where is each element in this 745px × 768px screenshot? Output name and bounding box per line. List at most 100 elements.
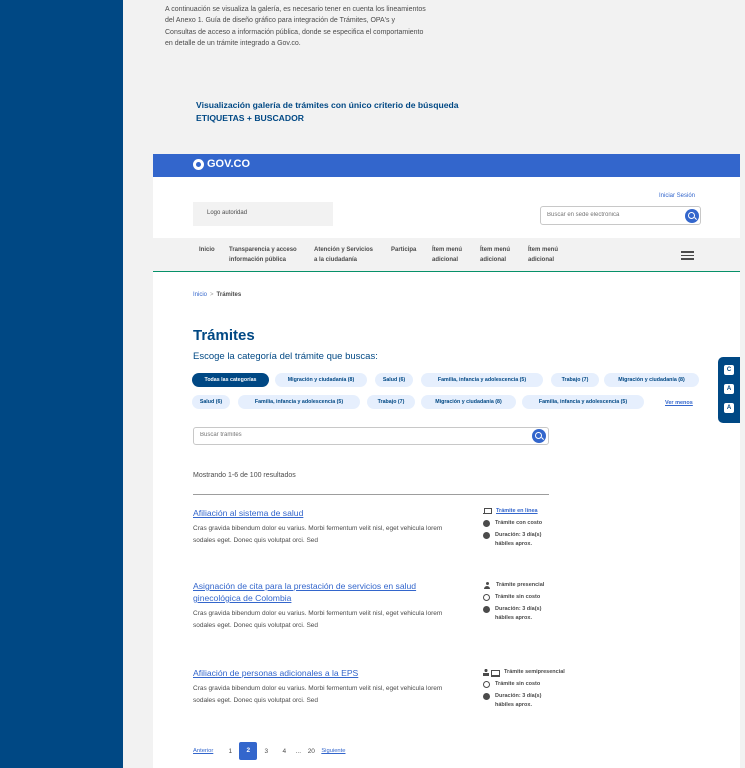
chip-category[interactable]: Migración y ciudadanía (8) xyxy=(275,373,367,387)
page-title: Trámites xyxy=(193,327,255,344)
duration-label: Duración: 3 día(s) hábiles aprox. xyxy=(495,605,541,623)
meta-modality: Trámite presencial xyxy=(483,581,593,590)
menu-item-label: Atención y Servicios xyxy=(314,247,374,253)
clock-icon xyxy=(483,693,490,700)
site-search-field[interactable] xyxy=(540,206,701,225)
duration-line-1: Duración: 3 día(s) xyxy=(495,693,542,699)
person-laptop-icon xyxy=(483,669,500,677)
cost-label: Trámite sin costo xyxy=(495,594,541,600)
result-description: Cras gravida bibendum dolor eu varius. M… xyxy=(193,610,443,629)
menu-item-label: adicional xyxy=(480,256,507,263)
cost-label: Trámite sin costo xyxy=(495,681,541,687)
menu-item-label: a la ciudadanía xyxy=(314,256,358,263)
meta-cost: Trámite con costo xyxy=(483,519,593,528)
chip-category[interactable]: Migración y ciudadanía (8) xyxy=(604,373,699,387)
result-meta: Trámite en línea Trámite con costo Durac… xyxy=(483,507,593,552)
laptop-icon xyxy=(483,508,492,515)
person-icon xyxy=(483,582,491,589)
duration-line-1: Duración: 3 día(s) xyxy=(495,606,542,612)
chip-category[interactable]: Salud (6) xyxy=(375,373,413,387)
pagination-page[interactable]: 1 xyxy=(221,748,239,755)
gov-logo-text: GOV.CO xyxy=(207,158,250,170)
result-meta: Trámite presencial Trámite sin costo Dur… xyxy=(483,581,593,626)
duration-line-2: hábiles aprox. xyxy=(495,615,532,621)
results-count: Mostrando 1-6 de 100 resultados xyxy=(193,472,296,479)
pagination-ellipsis: ... xyxy=(295,747,302,755)
chip-category[interactable]: Trabajo (7) xyxy=(551,373,599,387)
breadcrumb-current: Trámites xyxy=(216,292,242,298)
modality-label: Trámite presencial xyxy=(496,582,545,588)
meta-modality: Trámite semipresencial xyxy=(483,668,593,677)
chip-category[interactable]: Familia, infancia y adolescencia (5) xyxy=(421,373,543,387)
font-decrease-icon[interactable]: A xyxy=(724,384,734,394)
main-menu: Inicio Transparencia y acceso informació… xyxy=(153,238,740,272)
coin-icon xyxy=(483,681,490,688)
section-title: Visualización galería de trámites con ún… xyxy=(196,99,459,125)
duration-label: Duración: 3 día(s) hábiles aprox. xyxy=(495,531,541,549)
chip-todas-categorias[interactable]: Todas las categorías xyxy=(192,373,269,387)
clock-icon xyxy=(483,606,490,613)
chip-category[interactable]: Familia, infancia y adolescencia (5) xyxy=(238,395,360,409)
breadcrumb: Inicio > Trámites xyxy=(193,292,241,298)
modality-label: Trámite semipresencial xyxy=(504,669,565,675)
chip-category[interactable]: Salud (6) xyxy=(192,395,230,409)
logo-autoridad-placeholder: Logo autoridad xyxy=(193,202,333,226)
pagination-page[interactable]: 4 xyxy=(275,748,293,755)
duration-label: Duración: 3 día(s) hábiles aprox. xyxy=(495,692,541,710)
page-subtitle: Escoge la categoría del trámite que busc… xyxy=(193,351,378,362)
meta-duration: Duración: 3 día(s) hábiles aprox. xyxy=(483,692,593,710)
meta-duration: Duración: 3 día(s) hábiles aprox. xyxy=(483,605,593,623)
menu-item-label: adicional xyxy=(432,256,459,263)
coin-icon xyxy=(483,594,490,601)
result-title-link[interactable]: Asignación de cita para la prestación de… xyxy=(193,580,453,604)
ver-menos-link[interactable]: Ver menos xyxy=(665,400,693,406)
meta-cost: Trámite sin costo xyxy=(483,680,593,689)
menu-item-label: Ítem menú xyxy=(480,247,511,253)
search-icon[interactable] xyxy=(532,429,546,443)
menu-item-adicional-1[interactable]: Ítem menú adicional xyxy=(432,246,462,265)
search-icon[interactable] xyxy=(685,209,699,223)
pagination-page[interactable]: 3 xyxy=(257,748,275,755)
login-link[interactable]: Iniciar Sesión xyxy=(659,193,695,199)
meta-duration: Duración: 3 día(s) hábiles aprox. xyxy=(483,531,593,549)
result-description: Cras gravida bibendum dolor eu varius. M… xyxy=(193,685,443,704)
result-title-link[interactable]: Afiliación de personas adicionales a la … xyxy=(193,667,453,679)
gov-top-bar: GOV.CO xyxy=(153,154,740,177)
tramite-search-input[interactable] xyxy=(200,432,500,438)
pagination-prev[interactable]: Anterior xyxy=(193,748,213,754)
pagination: Anterior 1 2 3 4 ... 20 Siguiente xyxy=(193,742,346,760)
meta-cost: Trámite sin costo xyxy=(483,593,593,602)
contrast-icon[interactable]: C xyxy=(724,365,734,375)
section-title-line-1: Visualización galería de trámites con ún… xyxy=(196,100,459,110)
pagination-next[interactable]: Siguiente xyxy=(321,748,345,754)
meta-modality: Trámite en línea xyxy=(483,507,593,516)
menu-item-label: Ítem menú xyxy=(528,247,559,253)
site-search-input[interactable] xyxy=(547,212,677,218)
gov-logo[interactable]: GOV.CO xyxy=(193,158,250,170)
menu-item-label: Ítem menú xyxy=(432,247,463,253)
menu-item-atencion[interactable]: Atención y Servicios a la ciudadanía xyxy=(314,246,373,265)
tramite-search-field[interactable] xyxy=(193,427,549,445)
clock-icon xyxy=(483,532,490,539)
chip-category[interactable]: Trabajo (7) xyxy=(367,395,415,409)
pagination-last[interactable]: 20 xyxy=(303,748,319,755)
duration-line-2: hábiles aprox. xyxy=(495,541,532,547)
font-increase-icon[interactable]: A xyxy=(724,403,734,413)
chip-category[interactable]: Familia, infancia y adolescencia (5) xyxy=(522,395,644,409)
chip-category[interactable]: Migración y ciudadanía (8) xyxy=(421,395,516,409)
menu-item-participa[interactable]: Participa xyxy=(391,246,416,256)
pagination-page-current[interactable]: 2 xyxy=(239,742,258,760)
hamburger-menu-icon[interactable] xyxy=(681,251,694,260)
duration-line-2: hábiles aprox. xyxy=(495,702,532,708)
intro-paragraph: A continuación se visualiza la galería, … xyxy=(165,6,426,48)
menu-item-label: adicional xyxy=(528,256,555,263)
menu-item-transparencia[interactable]: Transparencia y acceso información públi… xyxy=(229,246,297,265)
breadcrumb-home[interactable]: Inicio xyxy=(193,292,207,298)
results-divider xyxy=(193,494,549,495)
menu-item-adicional-3[interactable]: Ítem menú adicional xyxy=(528,246,558,265)
result-title-link[interactable]: Afiliación al sistema de salud xyxy=(193,507,453,519)
menu-item-label: Participa xyxy=(391,247,417,253)
menu-item-inicio[interactable]: Inicio xyxy=(199,246,215,256)
menu-item-adicional-2[interactable]: Ítem menú adicional xyxy=(480,246,510,265)
modality-link[interactable]: Trámite en línea xyxy=(496,507,538,516)
